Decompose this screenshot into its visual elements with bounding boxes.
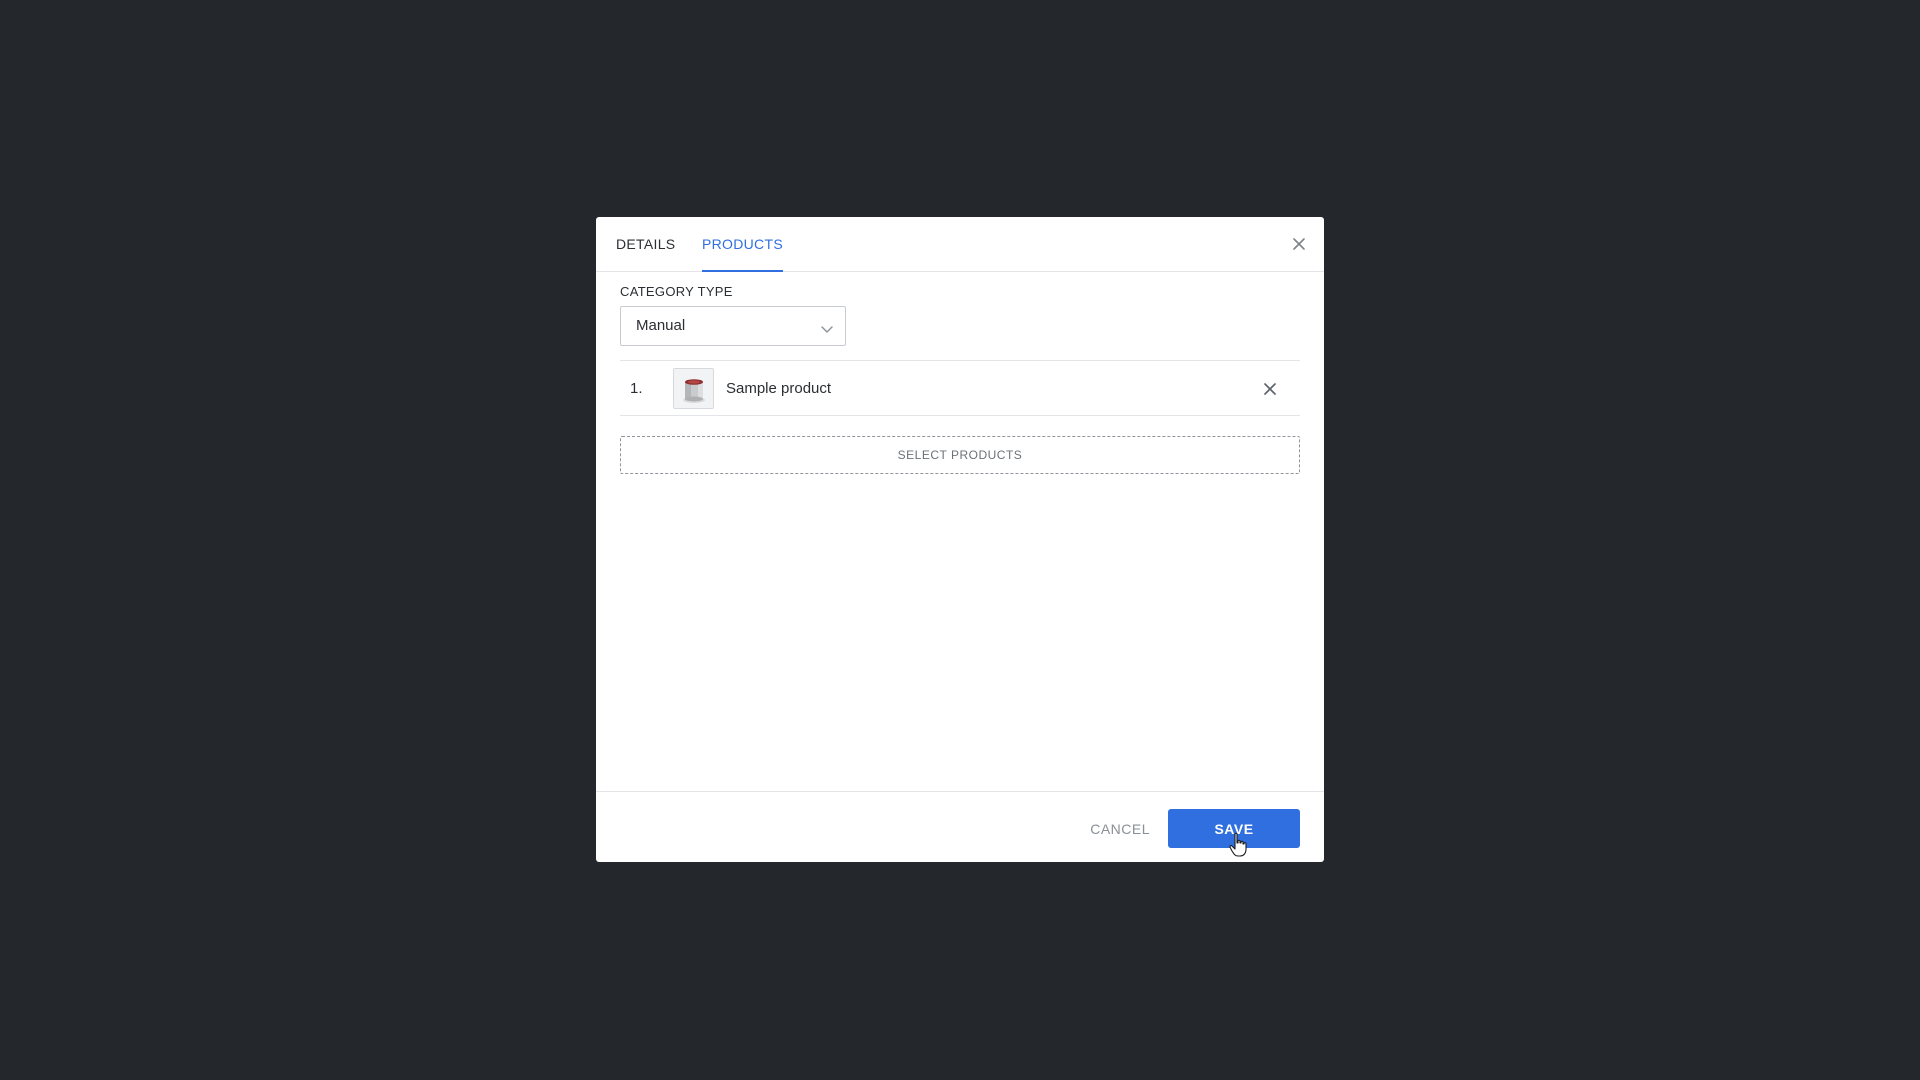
chevron-down-icon (821, 321, 833, 333)
list-item[interactable]: 1. Sample product (620, 361, 1300, 416)
cancel-button[interactable]: CANCEL (1090, 810, 1150, 848)
remove-product-icon[interactable] (1262, 381, 1278, 397)
product-thumbnail (673, 368, 714, 409)
category-type-value: Manual (636, 317, 686, 334)
select-products-button[interactable]: SELECT PRODUCTS (620, 436, 1300, 474)
close-icon[interactable] (1290, 235, 1308, 253)
category-type-select[interactable]: Manual (620, 306, 846, 346)
product-list: 1. Sample product (620, 360, 1300, 416)
edit-category-modal: DETAILS PRODUCTS CATEGORY TYPE Manual 1. (596, 217, 1324, 862)
save-button[interactable]: SAVE (1168, 809, 1300, 848)
tab-details[interactable]: DETAILS (616, 217, 675, 272)
tab-products[interactable]: PRODUCTS (702, 217, 783, 272)
category-type-label: CATEGORY TYPE (620, 284, 733, 299)
modal-header: DETAILS PRODUCTS (596, 217, 1324, 272)
product-name: Sample product (726, 380, 832, 397)
product-index: 1. (630, 380, 643, 397)
modal-footer: CANCEL SAVE (596, 791, 1324, 862)
